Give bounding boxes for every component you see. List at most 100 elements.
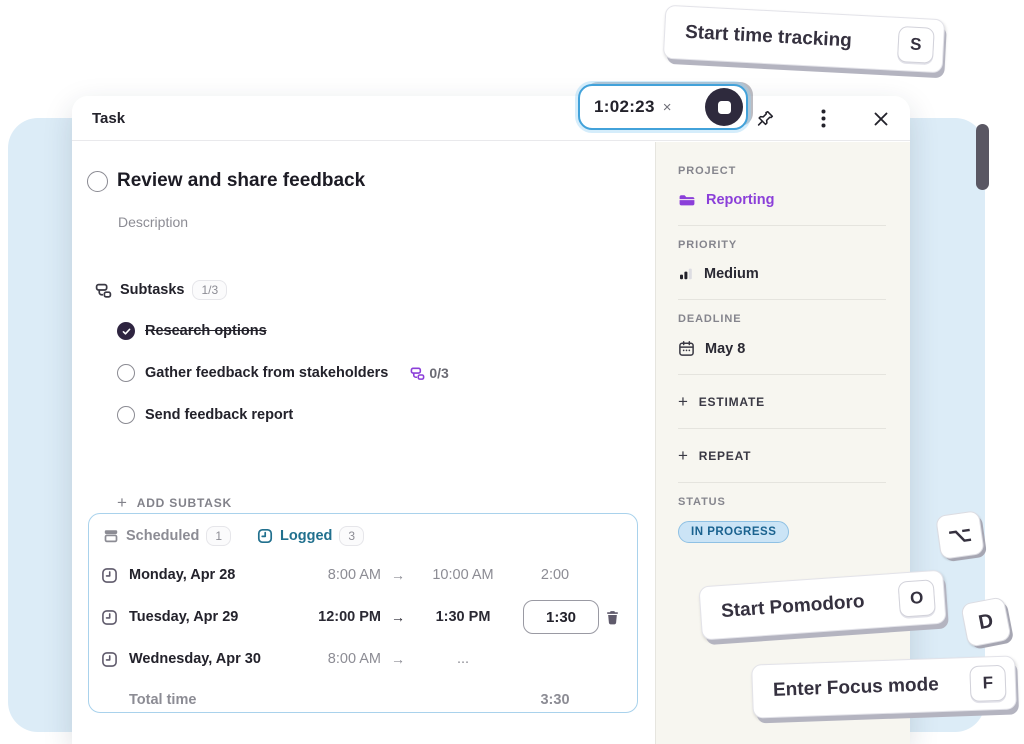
subtask-label[interactable]: Gather feedback from stakeholders [145,365,388,381]
clock-icon [257,528,273,544]
priority-medium-icon [678,266,694,282]
kebab-icon [821,109,826,128]
deadline-date: May 8 [705,341,745,357]
task-title-row: Review and share feedback [87,170,365,192]
arrow-icon: → [381,609,415,625]
tooltip-label: Start Pomodoro [720,591,865,623]
tooltip-label: Start time tracking [685,22,853,53]
subtasks-count-badge: 1/3 [192,280,227,300]
divider [678,299,886,300]
subtask-label[interactable]: Research options [145,323,267,339]
add-estimate-button[interactable]: + ESTIMATE [678,375,886,428]
deadline-value[interactable]: May 8 [678,340,886,357]
scrollbar-thumb[interactable] [976,124,989,190]
shortcut-key-option: ⌥ [935,510,985,560]
project-value[interactable]: Reporting [678,192,886,208]
status-label: STATUS [678,496,886,508]
pin-button[interactable] [752,106,778,132]
task-complete-checkbox[interactable] [87,171,108,192]
tooltip-enter-focus-mode: Enter Focus mode F [751,655,1017,718]
duration-input[interactable] [523,600,599,634]
subtask-checkbox[interactable] [117,364,135,382]
tab-scheduled-count: 1 [206,526,231,546]
subtasks-header: Subtasks 1/3 [95,280,227,300]
modal-title: Task [92,110,125,127]
subtask-label[interactable]: Send feedback report [145,407,293,423]
subtask-checkbox[interactable] [117,406,135,424]
entry-start-time[interactable]: 8:00 AM [277,567,381,583]
deadline-label: DEADLINE [678,313,886,325]
more-menu-button[interactable] [810,106,836,132]
folder-icon [678,192,696,208]
time-entry-row: Wednesday, Apr 30 8:00 AM → ... [89,638,637,680]
plus-icon: + [678,393,689,410]
shortcut-key-s: S [897,26,935,64]
pin-icon [755,109,775,129]
subtask-checkbox-checked[interactable] [117,322,135,340]
entry-end-time[interactable]: 1:30 PM [415,609,511,625]
calendar-icon [678,340,695,357]
timer-dismiss-button[interactable]: × [663,99,672,116]
calendar-icon [103,528,119,544]
tab-logged-count: 3 [339,526,364,546]
tab-scheduled[interactable]: Scheduled 1 [103,526,231,546]
entry-day: Wednesday, Apr 30 [129,651,277,667]
arrow-icon: → [381,651,415,667]
add-estimate-label: ESTIMATE [699,395,765,409]
task-sidebar: PROJECT Reporting PRIORITY [655,142,910,744]
divider [678,225,886,226]
total-time-value: 3:30 [511,692,599,708]
priority-value[interactable]: Medium [678,266,886,282]
trash-icon [604,609,621,626]
clock-icon [101,567,129,584]
tab-logged[interactable]: Logged 3 [257,526,364,546]
entry-end-time[interactable]: ... [415,651,511,667]
subtask-row: Research options [117,322,267,340]
description-field[interactable]: Description [118,214,188,230]
shortcut-key-d: D [960,596,1012,648]
entry-day: Monday, Apr 28 [129,567,277,583]
stop-timer-button[interactable] [705,88,743,126]
stop-icon [718,101,731,114]
shortcut-key-f: F [969,665,1006,702]
total-time-label: Total time [129,692,277,708]
modal-header: Task [72,96,910,141]
add-subtask-label: ADD SUBTASK [137,496,232,510]
add-subtask-button[interactable]: + ADD SUBTASK [117,494,232,511]
entry-day: Tuesday, Apr 29 [129,609,277,625]
project-name: Reporting [706,192,774,208]
close-icon [873,111,889,127]
status-badge[interactable]: IN PROGRESS [678,521,789,543]
task-content: Review and share feedback Description Su… [72,142,655,744]
divider [678,482,886,483]
task-modal: Task [72,96,910,744]
plus-icon: + [117,494,128,511]
plus-icon: + [678,447,689,464]
subtask-child-count: 0/3 [410,365,448,381]
subtask-row: Gather feedback from stakeholders 0/3 [117,364,449,382]
entry-start-time[interactable]: 12:00 PM [277,609,381,625]
add-repeat-label: REPEAT [699,449,752,463]
subtask-child-count-value: 0/3 [429,365,448,381]
priority-name: Medium [704,266,759,282]
time-tracking-card: Scheduled 1 Logged 3 [88,513,638,713]
close-button[interactable] [868,106,894,132]
time-entry-row: Tuesday, Apr 29 12:00 PM → 1:30 PM [89,596,637,638]
entry-start-time[interactable]: 8:00 AM [277,651,381,667]
add-repeat-button[interactable]: + REPEAT [678,429,886,482]
clock-icon [101,651,129,668]
task-title[interactable]: Review and share feedback [117,170,365,192]
priority-label: PRIORITY [678,239,886,251]
entry-end-time[interactable]: 10:00 AM [415,567,511,583]
clock-icon [101,609,129,626]
entry-duration[interactable]: 2:00 [511,567,599,583]
tooltip-label: Enter Focus mode [773,674,939,702]
arrow-icon: → [381,567,415,583]
schedule-tabs: Scheduled 1 Logged 3 [89,514,637,554]
tab-logged-label: Logged [280,528,332,544]
delete-entry-button[interactable] [599,609,625,626]
timer-pill: 1:02:23 × [578,84,748,130]
subtasks-icon [410,366,425,381]
tab-scheduled-label: Scheduled [126,528,199,544]
time-entry-row: Monday, Apr 28 8:00 AM → 10:00 AM 2:00 [89,554,637,596]
